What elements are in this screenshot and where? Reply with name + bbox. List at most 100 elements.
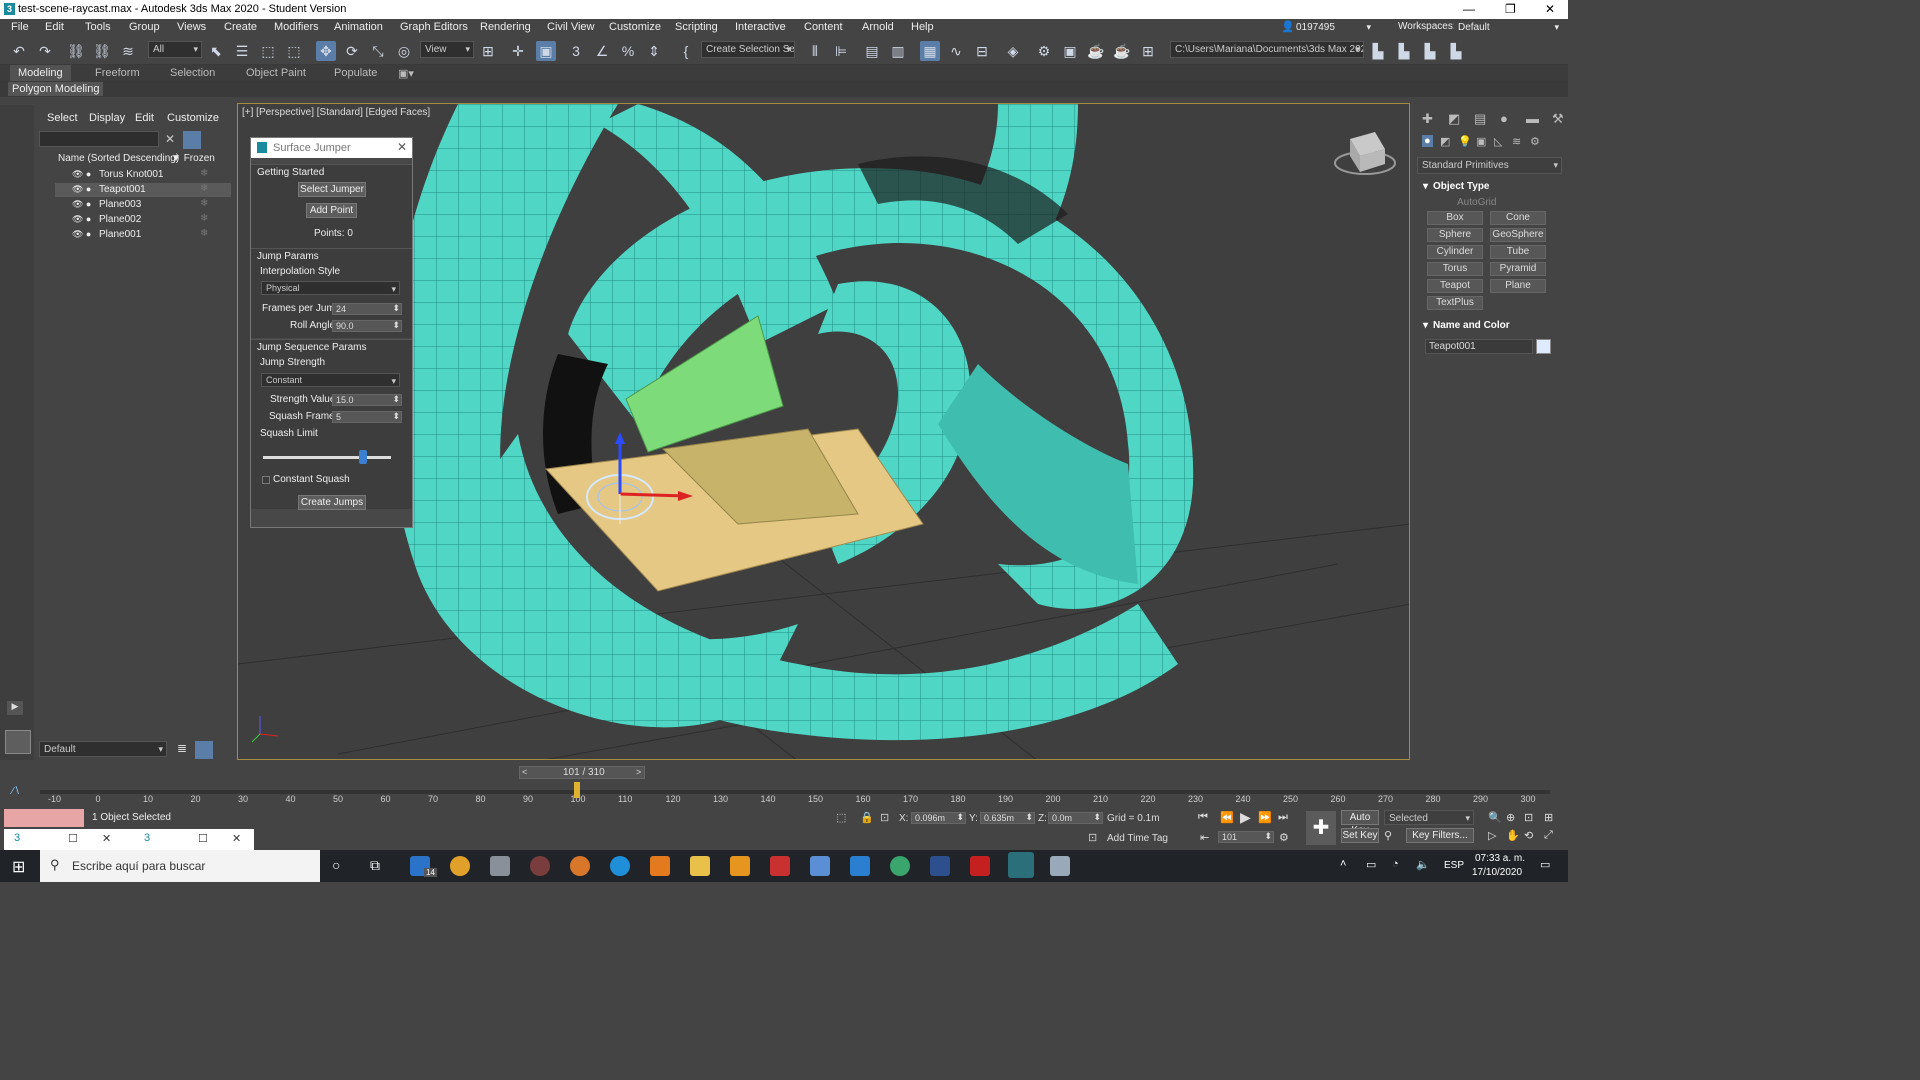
pyramid-button[interactable]: Pyramid — [1490, 262, 1546, 276]
squash-limit-thumb[interactable] — [358, 450, 367, 464]
teapot-button[interactable]: Teapot — [1427, 279, 1483, 293]
explorer-row[interactable]: 👁 ● Plane001 ❄ — [55, 228, 231, 242]
menu-tools[interactable]: Tools — [85, 21, 111, 33]
zoom-extents-all-icon[interactable]: ⊞ — [1544, 811, 1553, 824]
tray-chevron-icon[interactable]: ˄ — [1340, 858, 1346, 870]
explorer-row[interactable]: 👁 ● Plane002 ❄ — [55, 213, 231, 227]
plane-button[interactable]: Plane — [1490, 279, 1546, 293]
visibility-icon[interactable]: 👁 ● — [72, 184, 91, 195]
pivot-icon[interactable]: ⊞ — [478, 41, 498, 61]
spotify-app-icon[interactable] — [890, 856, 910, 876]
tab-object-paint[interactable]: Object Paint — [246, 67, 306, 79]
tab-modeling[interactable]: Modeling — [10, 65, 71, 81]
explorer-row[interactable]: 👁 ● Plane003 ❄ — [55, 198, 231, 212]
sublime-app-icon[interactable] — [730, 856, 750, 876]
primitive-category-dropdown[interactable]: Standard Primitives — [1417, 157, 1562, 174]
viewport-label[interactable]: [+] [Perspective] [Standard] [Edged Face… — [242, 107, 430, 118]
menu-civil-view[interactable]: Civil View — [547, 21, 594, 33]
clock-time[interactable]: 07:33 a. m. — [1475, 853, 1525, 864]
strength-value-spinner[interactable]: 15.0 — [332, 394, 402, 406]
curve-editor-toggle-icon[interactable]: ∕∖ — [12, 786, 36, 800]
mirror-icon[interactable]: ⫴ — [805, 41, 825, 61]
schematic-view-icon[interactable]: ⊟ — [972, 41, 992, 61]
menu-arnold[interactable]: Arnold — [862, 21, 894, 33]
maximize-icon[interactable]: ☐ — [68, 832, 78, 845]
angle-snap-icon[interactable]: ∠ — [592, 41, 612, 61]
create-jumps-button[interactable]: Create Jumps — [298, 495, 366, 510]
box-button[interactable]: Box — [1427, 211, 1483, 225]
chrome-canary-icon[interactable] — [570, 856, 590, 876]
clear-search-icon[interactable]: ✕ — [165, 132, 175, 146]
cortana-icon[interactable]: ○ — [332, 857, 340, 873]
render-online-icon[interactable]: ⊞ — [1138, 41, 1158, 61]
menu-modifiers[interactable]: Modifiers — [274, 21, 319, 33]
edge-app-icon[interactable] — [610, 856, 630, 876]
interpolation-dropdown[interactable]: Physical — [261, 281, 400, 295]
time-config-icon[interactable]: ⚙ — [1279, 831, 1289, 844]
bind-space-warp-icon[interactable]: ≋ — [118, 41, 138, 61]
set-key-button[interactable]: Set Key — [1341, 828, 1379, 843]
explorer-search-input[interactable] — [39, 131, 159, 147]
cameras-icon[interactable]: ▣ — [1476, 135, 1486, 148]
prev-frame-icon[interactable]: < — [522, 767, 527, 777]
lights-icon[interactable]: 💡 — [1458, 135, 1472, 148]
tab-freeform[interactable]: Freeform — [95, 67, 140, 79]
viewport-layout-icon[interactable] — [5, 730, 31, 754]
isolate-icon[interactable]: ⬚ — [836, 811, 846, 824]
menu-content[interactable]: Content — [804, 21, 843, 33]
project-set-icon[interactable]: ▙ — [1420, 41, 1440, 61]
close-icon[interactable]: ✕ — [1545, 2, 1555, 16]
frozen-icon[interactable]: ❄ — [200, 213, 208, 224]
layer-explorer-icon[interactable]: ▤ — [862, 41, 882, 61]
explorer-pin-icon[interactable] — [490, 856, 510, 876]
close-icon[interactable]: ✕ — [397, 140, 407, 154]
project-path-dropdown[interactable]: C:\Users\Mariana\Documents\3ds Max 2020 — [1170, 41, 1364, 58]
name-color-rollout[interactable]: Name and Color — [1433, 320, 1510, 331]
tube-button[interactable]: Tube — [1490, 245, 1546, 259]
python-app-icon[interactable] — [1050, 856, 1070, 876]
minimize-icon[interactable]: — — [1463, 2, 1475, 16]
polygon-modeling-panel[interactable]: Polygon Modeling — [8, 82, 104, 96]
render-setup-icon[interactable]: ⚙ — [1034, 41, 1054, 61]
geometry-icon[interactable]: ● — [1422, 135, 1433, 147]
window-crossing-icon[interactable]: ⬚ — [284, 41, 304, 61]
taskbar-search[interactable]: ⚲ Escribe aquí para buscar — [40, 850, 320, 882]
roll-angle-spinner[interactable]: 90.0 — [332, 320, 402, 332]
sphere-button[interactable]: Sphere — [1427, 228, 1483, 242]
frozen-icon[interactable]: ❄ — [200, 228, 208, 239]
scene-explorer-icon[interactable]: ▦ — [920, 41, 940, 61]
autogrid-label[interactable]: AutoGrid — [1457, 197, 1496, 208]
maxscript-listener[interactable] — [4, 809, 84, 827]
next-frame-icon[interactable]: ⏩ — [1258, 811, 1272, 824]
menu-customize[interactable]: Customize — [609, 21, 661, 33]
select-by-name-icon[interactable]: ☰ — [232, 41, 252, 61]
ribbon-options-icon[interactable]: ▣▾ — [398, 67, 414, 80]
object-type-rollout-toggle[interactable]: ▾ — [1423, 181, 1428, 192]
battery-icon[interactable]: ▭ — [1366, 858, 1376, 871]
utilities-tab-icon[interactable]: ⚒ — [1552, 111, 1564, 127]
x-coordinate-input[interactable]: 0.096m — [911, 812, 966, 824]
next-frame-icon[interactable]: > — [636, 767, 641, 777]
unlink-icon[interactable]: ⛓ — [92, 41, 112, 61]
systems-icon[interactable]: ⚙ — [1530, 135, 1540, 148]
visibility-icon[interactable]: 👁 ● — [72, 214, 91, 225]
curve-editor-icon[interactable]: ∿ — [946, 41, 966, 61]
helpers-icon[interactable]: ◺ — [1494, 135, 1502, 148]
select-jumper-button[interactable]: Select Jumper — [298, 182, 366, 197]
add-point-button[interactable]: Add Point — [306, 203, 357, 218]
geosphere-button[interactable]: GeoSphere — [1490, 228, 1546, 242]
maximize-icon[interactable]: ☐ — [198, 832, 208, 845]
time-slider[interactable]: < 101 / 310 > — [519, 766, 645, 779]
rollout-title[interactable]: Getting Started — [257, 167, 324, 178]
explorer-row-selected[interactable]: 👁 ● Teapot001 ❄ — [55, 183, 231, 197]
frozen-icon[interactable]: ❄ — [200, 168, 208, 179]
vscode-app-icon[interactable] — [850, 856, 870, 876]
edit-named-selection-icon[interactable]: { — [676, 41, 696, 61]
layer-dropdown[interactable]: Default — [39, 741, 167, 757]
reference-coord-dropdown[interactable]: View — [420, 41, 474, 58]
acrobat-app-icon[interactable] — [970, 856, 990, 876]
cone-button[interactable]: Cone — [1490, 211, 1546, 225]
named-selection-dropdown[interactable]: Create Selection Se — [701, 41, 795, 58]
notifications-icon[interactable]: ▭ — [1540, 858, 1550, 871]
selection-lock-icon[interactable]: 🔒 — [860, 811, 874, 824]
